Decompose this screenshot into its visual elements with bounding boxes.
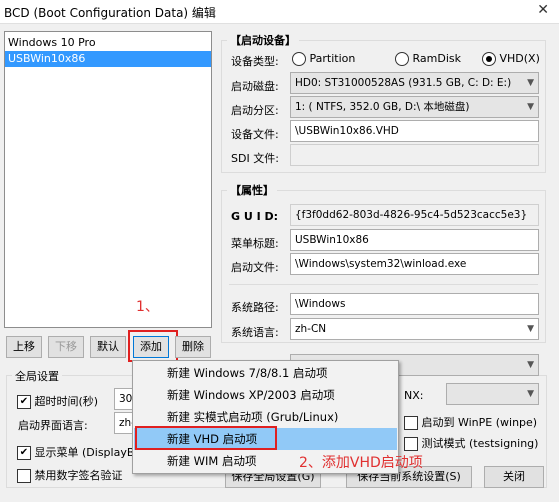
- chevron-down-icon: ▼: [527, 324, 534, 334]
- default-button[interactable]: 默认: [90, 336, 126, 358]
- radio-vhd-label: VHD(X): [499, 52, 540, 65]
- chevron-down-icon: ▼: [527, 102, 534, 112]
- radio-partition[interactable]: [292, 52, 306, 66]
- show-menu-label: 显示菜单 (DisplayBo: [34, 446, 142, 459]
- boot-file-input[interactable]: \Windows\system32\winload.exe: [290, 253, 539, 275]
- winpe-option[interactable]: 启动到 WinPE (winpe): [404, 414, 537, 430]
- boot-partition-select[interactable]: 1: ( NTFS, 352.0 GB, D:\ 本地磁盘) ▼: [290, 96, 539, 118]
- disable-signature-option[interactable]: 禁用数字签名验证: [17, 467, 123, 483]
- add-button[interactable]: 添加: [133, 336, 169, 358]
- menu-item-new-grub[interactable]: 新建 实模式启动项 (Grub/Linux): [134, 406, 397, 428]
- testsigning-checkbox[interactable]: [404, 437, 418, 451]
- title-bar: BCD (Boot Configuration Data) 编辑 ✕: [0, 0, 559, 24]
- timeout-checkbox[interactable]: ✔: [17, 395, 31, 409]
- boot-entry-list[interactable]: Windows 10 Pro USBWin10x86: [4, 31, 212, 328]
- disable-signature-checkbox[interactable]: [17, 469, 31, 483]
- move-down-button[interactable]: 下移: [48, 336, 84, 358]
- boot-device-heading: 【启动设备】: [227, 32, 299, 48]
- ui-lang-label: 启动界面语言:: [18, 419, 88, 432]
- global-settings-heading: 全局设置: [12, 368, 62, 384]
- move-up-button[interactable]: 上移: [6, 336, 42, 358]
- timeout-option[interactable]: ✔ 超时时间(秒): [17, 393, 98, 409]
- properties-heading: 【属性】: [227, 182, 277, 198]
- testsigning-option[interactable]: 测试模式 (testsigning): [404, 435, 538, 451]
- chevron-down-icon: ▼: [527, 360, 534, 370]
- system-path-label: 系统路径:: [231, 301, 279, 314]
- boot-partition-value: 1: ( NTFS, 352.0 GB, D:\ 本地磁盘): [295, 101, 470, 113]
- device-type-partition[interactable]: Partition: [292, 52, 355, 66]
- testsigning-label: 测试模式 (testsigning): [421, 437, 539, 450]
- chevron-down-icon: ▼: [527, 389, 534, 399]
- sdi-file-input[interactable]: [290, 144, 539, 166]
- list-item[interactable]: USBWin10x86: [5, 51, 211, 67]
- delete-button[interactable]: 删除: [175, 336, 211, 358]
- device-file-label: 设备文件:: [231, 128, 279, 141]
- vhd-item-highlight: [135, 426, 277, 450]
- close-button[interactable]: 关闭: [484, 466, 544, 488]
- radio-ramdisk-label: RamDisk: [412, 52, 462, 65]
- nx-select[interactable]: ▼: [446, 383, 539, 405]
- annotation-step1: 1、: [136, 299, 159, 315]
- menu-item-new-win7[interactable]: 新建 Windows 7/8/8.1 启动项: [134, 362, 397, 384]
- system-lang-value: zh-CN: [295, 323, 327, 335]
- menu-title-label: 菜单标题:: [231, 237, 279, 250]
- guid-field: {f3f0dd62-803d-4826-95c4-5d523cacc5e3}: [290, 204, 539, 226]
- menu-item-new-winxp[interactable]: 新建 Windows XP/2003 启动项: [134, 384, 397, 406]
- radio-vhd[interactable]: [482, 52, 496, 66]
- guid-label: G U I D:: [231, 210, 279, 223]
- list-item[interactable]: Windows 10 Pro: [5, 35, 211, 51]
- sdi-file-label: SDI 文件:: [231, 152, 279, 165]
- boot-disk-value: HD0: ST31000528AS (931.5 GB, C: D: E:): [295, 77, 512, 89]
- device-type-vhd[interactable]: VHD(X): [482, 52, 540, 66]
- show-menu-checkbox[interactable]: ✔: [17, 446, 31, 460]
- winpe-label: 启动到 WinPE (winpe): [421, 416, 538, 429]
- system-lang-label: 系统语言:: [231, 326, 279, 339]
- disable-signature-label: 禁用数字签名验证: [34, 469, 123, 482]
- chevron-down-icon: ▼: [527, 78, 534, 88]
- properties-divider: [229, 284, 538, 285]
- boot-disk-select[interactable]: HD0: ST31000528AS (931.5 GB, C: D: E:) ▼: [290, 72, 539, 94]
- close-icon[interactable]: ✕: [537, 2, 549, 18]
- system-lang-select[interactable]: zh-CN ▼: [290, 318, 539, 340]
- window-title: BCD (Boot Configuration Data) 编辑: [4, 6, 216, 20]
- winpe-checkbox[interactable]: [404, 416, 418, 430]
- boot-file-label: 启动文件:: [231, 261, 279, 274]
- device-type-label: 设备类型:: [231, 55, 279, 68]
- radio-ramdisk[interactable]: [395, 52, 409, 66]
- device-type-ramdisk[interactable]: RamDisk: [395, 52, 461, 66]
- timeout-label: 超时时间(秒): [34, 395, 99, 408]
- boot-partition-label: 启动分区:: [231, 104, 279, 117]
- annotation-step2: 2、添加VHD启动项: [299, 455, 423, 471]
- boot-disk-label: 启动磁盘:: [231, 80, 279, 93]
- nx-label: NX:: [404, 389, 424, 402]
- device-file-input[interactable]: \USBWin10x86.VHD: [290, 120, 539, 142]
- show-menu-option[interactable]: ✔ 显示菜单 (DisplayBo: [17, 444, 141, 460]
- system-path-input[interactable]: \Windows: [290, 293, 539, 315]
- menu-title-input[interactable]: USBWin10x86: [290, 229, 539, 251]
- radio-partition-label: Partition: [309, 52, 356, 65]
